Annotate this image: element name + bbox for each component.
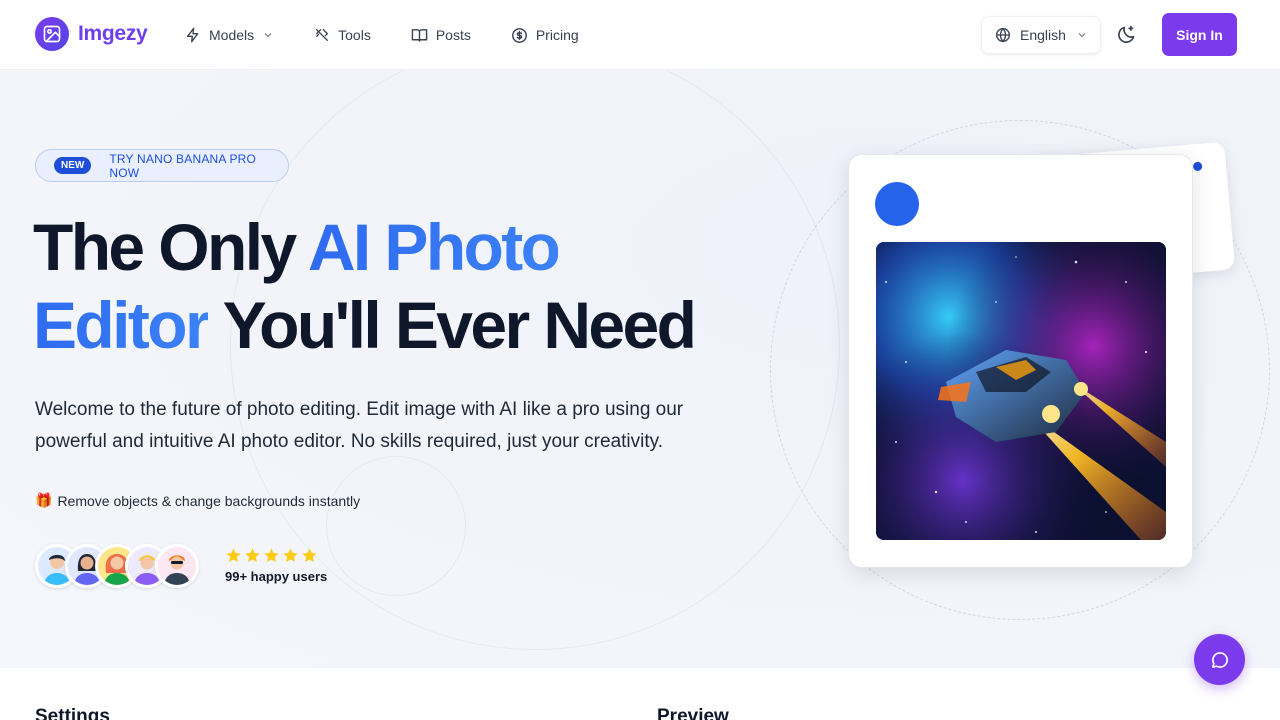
announcement-text: TRY NANO BANANA PRO NOW [109,151,257,180]
headline-highlight1: AI Photo [307,210,561,284]
hero-preview-card [848,154,1193,568]
new-tag: NEW [54,157,92,174]
book-icon [411,28,428,42]
headline-highlight2: Editor [33,288,211,362]
chevron-down-icon [264,33,272,38]
chevron-down-icon [1078,33,1086,38]
hero-headline: The Only AI Photo Editor You'll Ever Nee… [33,208,753,364]
gift-icon: 🎁 [35,492,53,508]
theme-toggle[interactable] [1116,24,1137,50]
avatar [155,544,199,588]
rating-block: 99+ happy users [225,547,327,584]
star-icon [264,548,279,562]
tools-icon [316,29,329,41]
editor-section: Settings Preview [0,668,1280,720]
star-icon [302,548,317,562]
nav-models-label: Models [209,27,255,43]
bolt-icon [187,27,199,43]
star-rating [225,547,327,564]
nav-tools[interactable]: Tools [314,24,371,46]
star-icon [226,548,241,562]
happy-users-text: 99+ happy users [225,569,328,584]
status-dot [1192,161,1203,172]
nav-pricing-label: Pricing [535,27,579,43]
logo-image-icon [35,17,69,51]
brand-name: Imgezy [78,22,148,45]
globe-icon [996,27,1010,43]
headline-part2: You'll Ever Need [208,288,697,362]
nav-links: Models Tools Posts Pricing [185,24,619,46]
brand-logo[interactable]: Imgezy [35,17,148,51]
headline-part1: The Only [33,210,308,284]
top-navbar: Imgezy Models Tools Posts Pricing Englis… [0,0,1280,70]
announcement-badge[interactable]: NEW TRY NANO BANANA PRO NOW [35,149,289,182]
chat-bubble-icon [1211,651,1228,668]
moon-sparkle-icon [1118,25,1135,43]
sign-in-button[interactable]: Sign In [1162,13,1237,56]
settings-heading: Settings [35,706,110,720]
nav-models[interactable]: Models [185,24,274,46]
language-label: English [1020,27,1066,43]
hero-subtitle: Welcome to the future of photo editing. … [35,399,684,452]
star-icon [283,548,298,562]
decorative-ring [326,456,466,596]
preview-heading: Preview [657,706,729,720]
feature-text: Remove objects & change backgrounds inst… [57,492,361,509]
blue-circle-decoration [875,182,919,226]
spaceship-artwork [876,242,1166,540]
chat-button[interactable] [1194,634,1245,685]
star-icon [245,548,260,562]
nav-pricing[interactable]: Pricing [511,24,579,46]
nav-tools-label: Tools [338,27,371,43]
user-avatars [35,544,199,588]
language-selector[interactable]: English [981,16,1101,54]
nav-posts-label: Posts [435,27,471,43]
nav-posts[interactable]: Posts [411,24,471,46]
dollar-circle-icon [511,27,527,43]
feature-line: 🎁 Remove objects & change backgrounds in… [35,492,360,509]
hero-section: NEW TRY NANO BANANA PRO NOW The Only AI … [0,70,1280,668]
